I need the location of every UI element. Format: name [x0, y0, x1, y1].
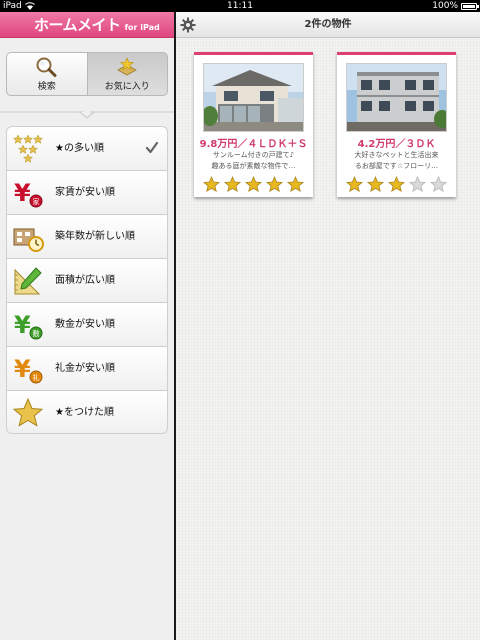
favorites-tab-label: お気に入り	[104, 82, 150, 92]
star-filled-icon	[224, 176, 241, 192]
star-filled-icon	[245, 176, 262, 192]
app-header: ホームメイト for iPad	[0, 12, 174, 38]
property-rating	[346, 176, 447, 192]
building-age-icon	[13, 228, 44, 252]
sort-by-building-age-label: 築年数が新しい順	[55, 231, 135, 242]
property-description-line: 大好きなペットと生活出来	[354, 151, 439, 159]
star-filled-icon	[346, 176, 363, 192]
search-tab[interactable]: 検索	[6, 52, 88, 96]
sort-by-key-money[interactable]: ¥ 礼 礼金が安い順	[6, 346, 168, 390]
property-photo	[203, 63, 304, 132]
right-pane: 2件の物件 9.8万円／４ＬＤＫ＋Ｓ サンルーム付きの戸建て♪ 趣ある庭が素敵な…	[176, 12, 480, 640]
svg-text:¥: ¥	[14, 179, 31, 207]
star-filled-icon	[266, 176, 283, 192]
sort-by-area-label: 面積が広い順	[55, 275, 115, 286]
app-logo: ホームメイト for iPad	[34, 15, 160, 38]
left-pane: ホームメイト for iPad 検索 お気に入り ★の多い順 ¥ 家 家賃が安い…	[0, 12, 174, 640]
sort-by-area[interactable]: 面積が広い順	[6, 258, 168, 302]
svg-text:¥: ¥	[14, 355, 31, 383]
status-bar: iPad 11:11 100%	[0, 0, 480, 12]
deposit-yen-icon: ¥ 敷	[14, 311, 43, 340]
sort-by-rent[interactable]: ¥ 家 家賃が安い順	[6, 170, 168, 214]
property-description: 大好きなペットと生活出来 るお部屋です☆フローリ…	[343, 150, 450, 172]
sort-by-starred-order-label: ★をつけた順	[55, 407, 114, 418]
svg-text:敷: 敷	[33, 329, 40, 338]
favorites-icon	[117, 57, 138, 76]
property-card[interactable]: 9.8万円／４ＬＤＫ＋Ｓ サンルーム付きの戸建て♪ 趣ある庭が素敵な物件で…	[194, 52, 313, 197]
key-money-yen-icon: ¥ 礼	[14, 355, 43, 384]
svg-text:¥: ¥	[14, 311, 31, 339]
star-icon	[12, 397, 44, 427]
mode-segmented-control: 検索 お気に入り	[6, 52, 168, 96]
property-card[interactable]: 4.2万円／３ＤＫ 大好きなペットと生活出来 るお部屋です☆フローリ…	[337, 52, 456, 197]
results-count-title: 2件の物件	[304, 19, 352, 30]
sort-by-stars[interactable]: ★の多い順	[6, 126, 168, 170]
checkmark-icon	[145, 141, 159, 154]
sort-by-deposit-label: 敷金が安い順	[55, 319, 115, 330]
sort-by-key-money-label: 礼金が安い順	[55, 363, 115, 374]
property-price-layout: 4.2万円／３ＤＫ	[357, 139, 436, 150]
star-filled-icon	[388, 176, 405, 192]
sort-by-stars-label: ★の多い順	[55, 143, 104, 154]
battery-percent: 100%	[432, 1, 458, 11]
rent-yen-icon: ¥ 家	[14, 179, 43, 208]
property-description: サンルーム付きの戸建て♪ 趣ある庭が素敵な物件で…	[200, 150, 307, 172]
star-filled-icon	[367, 176, 384, 192]
sort-by-starred-order[interactable]: ★をつけた順	[6, 390, 168, 434]
logo-text: ホームメイト	[34, 16, 121, 34]
area-ruler-icon	[14, 267, 42, 295]
logo-subtext: for iPad	[124, 23, 160, 32]
property-rating	[203, 176, 304, 192]
sort-options-list: ★の多い順 ¥ 家 家賃が安い順 築年数が新しい順 面積が広い順 ¥ 敷 敷金が…	[6, 126, 168, 434]
svg-text:家: 家	[33, 197, 40, 206]
property-description-line: るお部屋です☆フローリ…	[354, 162, 439, 170]
battery-icon	[461, 3, 479, 10]
sort-by-building-age[interactable]: 築年数が新しい順	[6, 214, 168, 258]
sort-by-rent-label: 家賃が安い順	[55, 187, 115, 198]
property-description-line: 趣ある庭が素敵な物件で…	[211, 162, 296, 170]
stars-icon	[12, 134, 44, 163]
property-photo	[346, 63, 447, 132]
star-filled-icon	[203, 176, 220, 192]
star-filled-icon	[287, 176, 304, 192]
section-divider	[0, 111, 174, 119]
sort-by-deposit[interactable]: ¥ 敷 敷金が安い順	[6, 302, 168, 346]
property-price-layout: 9.8万円／４ＬＤＫ＋Ｓ	[199, 139, 308, 150]
star-empty-icon	[430, 176, 447, 192]
svg-text:礼: 礼	[33, 373, 40, 382]
property-grid: 9.8万円／４ＬＤＫ＋Ｓ サンルーム付きの戸建て♪ 趣ある庭が素敵な物件で… 4…	[176, 38, 480, 640]
favorites-tab[interactable]: お気に入り	[87, 52, 168, 96]
results-header: 2件の物件	[176, 12, 480, 38]
magnifier-icon	[36, 57, 57, 77]
clock: 11:11	[227, 1, 253, 11]
star-empty-icon	[409, 176, 426, 192]
search-tab-label: 検索	[37, 82, 56, 92]
property-description-line: サンルーム付きの戸建て♪	[212, 151, 295, 159]
